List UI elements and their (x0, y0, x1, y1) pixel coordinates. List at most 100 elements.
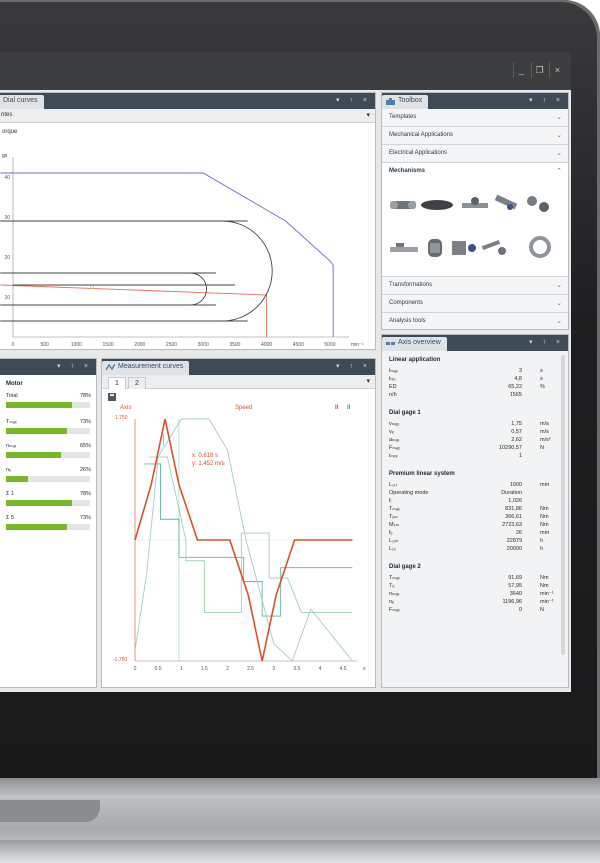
x-tick-label: 3 (272, 666, 275, 672)
chevron-up-icon[interactable]: ⌃ (556, 167, 562, 175)
util-bar-track (6, 524, 90, 530)
row-label: L₁₀ (389, 546, 397, 552)
app-screen: _ ❐ × Dial curves ▾ ↑ × ntes ▾ orque gs … (0, 52, 571, 692)
tab-curve-1[interactable]: 1 (108, 377, 126, 389)
overview-row: L₁₀ 20000 h (389, 546, 554, 554)
row-unit: % (540, 384, 545, 390)
row-value: 2723,63 (502, 522, 522, 528)
overview-row: iₘₑₓ 1 (389, 453, 554, 461)
row-value: 3 (518, 368, 522, 374)
chevron-down-icon[interactable]: ▾ (366, 111, 370, 119)
row-value: 2,62 (511, 437, 522, 443)
curve-icon (106, 364, 115, 371)
tab-curve-2[interactable]: 2 (128, 377, 146, 389)
panel-controls[interactable]: ▾ ↑ × (336, 96, 371, 104)
overview-row: nₘₐₓ 3640 min⁻¹ (389, 591, 554, 599)
row-label: nₑ (389, 599, 395, 605)
panel-header: Toolbox ▾ ↑ × (382, 93, 568, 109)
belt-drive-icon[interactable] (390, 201, 416, 209)
spindle-icon[interactable] (494, 194, 518, 210)
x-unit-label: s (363, 666, 366, 672)
minimize-button[interactable]: _ (513, 62, 529, 78)
row-value: 1,75 (511, 421, 522, 427)
row-unit: N (540, 607, 544, 613)
overview-row: Lₛₜᵣ 1000 mm (389, 482, 554, 490)
x-tick-label: 5000 (324, 342, 335, 348)
tab-axis-overview[interactable]: Axis overview (382, 337, 447, 351)
y-tick-label: 40 (4, 175, 10, 181)
panel-controls[interactable]: ▾ ↑ × (529, 96, 564, 104)
toolbox-electrical[interactable]: Electrical Applications ⌄ (382, 145, 568, 163)
row-label: fₑ (389, 530, 393, 536)
gearbox-icon[interactable] (452, 241, 476, 255)
toolbox-panel: Toolbox ▾ ↑ × Templates ⌄ Mechanical Appl… (381, 92, 569, 330)
laptop-base-shadow (0, 840, 600, 863)
toolbox-row-label: Transformations (389, 282, 433, 288)
toolbox-templates[interactable]: Templates ⌄ (382, 109, 568, 127)
overview-row: Mₖₘ 2723,63 Nm (389, 522, 554, 530)
scrollbar[interactable] (561, 355, 565, 655)
overview-row: aₘₐₓ 2,62 m/s² (389, 437, 554, 445)
x-tick-label: 0 (12, 342, 15, 348)
panel-controls[interactable]: ▾ ↑ × (57, 362, 92, 370)
util-bar-track (6, 452, 90, 458)
drum-icon[interactable] (428, 239, 442, 257)
row-label: vₘₐₓ (389, 421, 400, 427)
util-bar-fill (6, 524, 68, 530)
util-bar-fill (6, 428, 68, 434)
toolbox-row-label: Electrical Applications (389, 150, 448, 156)
row-label: Fₘₐₓ (389, 445, 400, 451)
overview-row: vₑ 0,57 m/s (389, 429, 554, 437)
linear-axis-icon[interactable] (390, 243, 418, 252)
row-value: 1565 (509, 392, 522, 398)
tab-label: Axis overview (398, 339, 441, 346)
overview-row: Fₘₐₓ 10290,57 N (389, 445, 554, 453)
util-bar-track (6, 476, 90, 482)
row-unit: Nm (540, 575, 549, 581)
window-controls: _ ❐ × (513, 62, 565, 78)
toolbox-icon (386, 98, 395, 105)
conveyor-icon[interactable] (421, 200, 453, 210)
dial-subtab-label[interactable]: ntes (1, 112, 12, 118)
gear-set-icon[interactable] (527, 196, 549, 212)
laptop-notch (0, 800, 100, 822)
dial-series-1 (0, 284, 268, 337)
toolbox-components[interactable]: Components ⌄ (382, 295, 568, 313)
panel-header: Dial curves ▾ ↑ × (0, 93, 375, 109)
row-unit: m/s (540, 421, 549, 427)
restore-button[interactable]: ❐ (531, 62, 547, 78)
row-value: 831,86 (505, 506, 522, 512)
toolbox-transformations[interactable]: Transformations ⌄ (382, 277, 568, 295)
row-unit: Nm (540, 583, 549, 589)
panel-controls[interactable]: ▾ ↑ × (336, 362, 371, 370)
rack-pinion-icon[interactable] (462, 197, 488, 208)
row-value: 1,026 (508, 498, 522, 504)
util-bar-fill (6, 452, 61, 458)
tab-dial-curves[interactable]: Dial curves (0, 95, 44, 109)
chevron-down-icon[interactable]: ▾ (366, 377, 370, 385)
util-bar-fill (6, 500, 72, 506)
row-unit: m/s² (540, 437, 551, 443)
toolbox-mechanical[interactable]: Mechanical Applications ⌄ (382, 127, 568, 145)
lever-icon[interactable] (481, 240, 506, 255)
row-value: 65,22 (508, 384, 522, 390)
row-value: 366,61 (505, 514, 522, 520)
x-tick-label: 4.5 (340, 666, 347, 672)
save-icon[interactable] (108, 393, 116, 401)
overview-row: tᵣₑₛ 4,8 s (389, 376, 554, 384)
axis-overview-panel: Axis overview ▾ ↑ × Linear application tₘ… (381, 334, 569, 688)
ring-icon[interactable] (529, 236, 551, 258)
panel-controls[interactable]: ▾ ↑ × (529, 338, 564, 346)
y-tick-label: 10 (4, 295, 10, 301)
close-button[interactable]: × (549, 62, 565, 78)
tab-measurement-curves[interactable]: Measurement curves (102, 361, 190, 375)
row-label: Tₘₐₓ (389, 575, 400, 581)
x-unit-label: min⁻¹ (351, 342, 364, 348)
panel-header: ▾ ↑ × (0, 359, 96, 375)
chevron-down-icon: ⌄ (556, 132, 562, 139)
toolbox-analysis[interactable]: Analysis tools ⌄ (382, 313, 568, 329)
overview-row: Tₑ 57,95 Nm (389, 583, 554, 591)
util-percent: 26% (79, 467, 91, 473)
mechanisms-heading[interactable]: Mechanisms (389, 168, 425, 174)
tab-toolbox[interactable]: Toolbox (382, 95, 429, 109)
